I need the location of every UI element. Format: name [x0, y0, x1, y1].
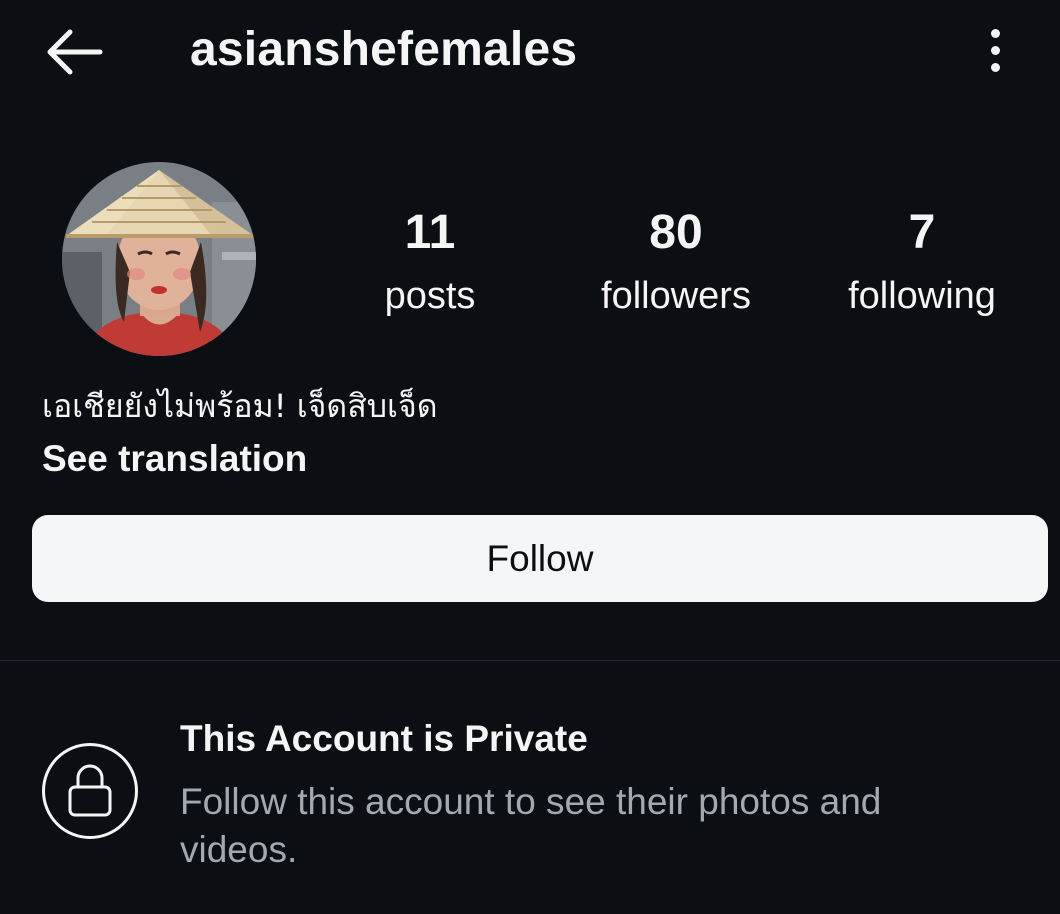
see-translation-link[interactable]: See translation [42, 436, 307, 482]
stat-following[interactable]: 7 following [812, 200, 1032, 326]
more-vertical-icon [991, 29, 1000, 38]
stat-followers[interactable]: 80 followers [566, 200, 786, 326]
lock-icon [68, 764, 112, 817]
followers-count: 80 [649, 206, 703, 259]
following-label: following [848, 275, 996, 317]
more-vertical-icon-dot [991, 46, 1000, 55]
section-divider [0, 660, 1060, 661]
top-bar: asianshefemales [0, 0, 1060, 100]
back-button[interactable] [38, 22, 110, 82]
private-account-description: Follow this account to see their photos … [180, 781, 882, 870]
arrow-left-icon [47, 29, 103, 75]
profile-bio: เอเชียยังไม่พร้อม! เจ็ดสิบเจ็ด [42, 387, 438, 425]
posts-label: posts [384, 275, 476, 317]
private-lock-badge [42, 743, 138, 839]
profile-username: asianshefemales [190, 23, 578, 76]
follow-button[interactable]: Follow [32, 515, 1048, 602]
avatar-image [62, 162, 256, 356]
more-vertical-icon-dot [991, 63, 1000, 72]
following-count: 7 [908, 206, 936, 259]
followers-label: followers [601, 275, 751, 317]
stat-posts[interactable]: 11 posts [320, 200, 540, 326]
more-options-button[interactable] [976, 22, 1016, 78]
profile-avatar[interactable] [62, 162, 256, 356]
private-account-title: This Account is Private [180, 718, 588, 759]
posts-count: 11 [404, 206, 456, 259]
